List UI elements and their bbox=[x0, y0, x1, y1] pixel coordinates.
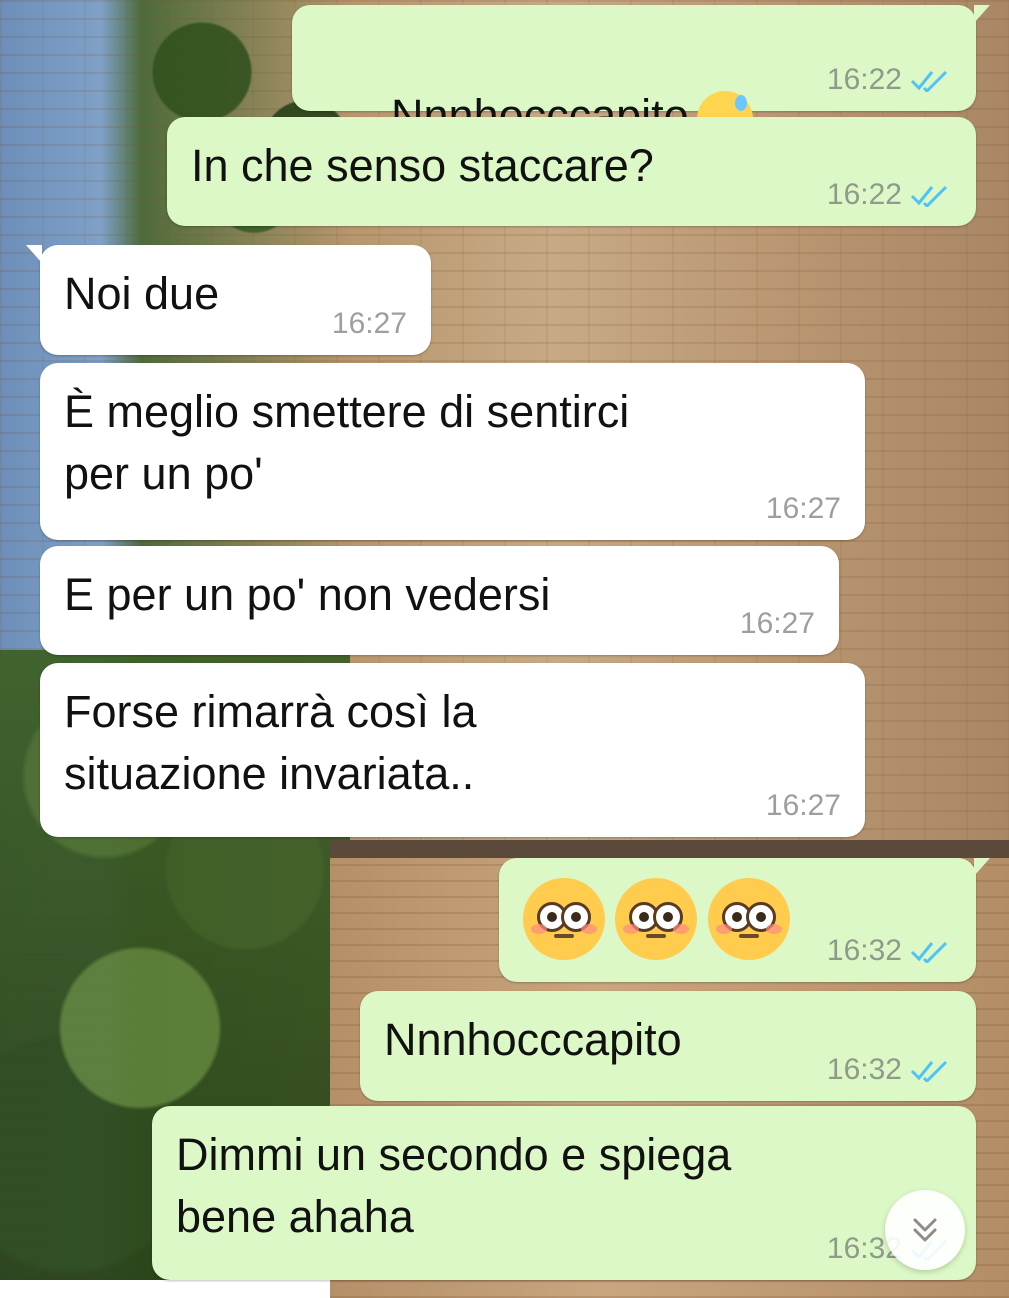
double-check-icon bbox=[910, 1060, 948, 1082]
message-text: È meglio smettere di sentirci per un po' bbox=[64, 386, 630, 499]
scroll-to-bottom-button[interactable] bbox=[885, 1190, 965, 1270]
message-time: 16:32 bbox=[826, 934, 902, 967]
double-check-icon bbox=[910, 941, 948, 963]
chevron-double-down-icon bbox=[913, 1218, 937, 1242]
message-bubble-incoming[interactable]: È meglio smettere di sentirci per un po'… bbox=[40, 363, 865, 540]
message-time: 16:27 bbox=[765, 789, 841, 822]
message-meta: 16:22 bbox=[827, 178, 952, 212]
message-time: 16:27 bbox=[739, 607, 815, 640]
message-time: 16:32 bbox=[826, 1053, 902, 1086]
flushed-face-emoji-icon bbox=[523, 878, 605, 960]
message-bubble-outgoing[interactable]: In che senso staccare? 16:22 bbox=[167, 117, 976, 226]
message-meta: 16:27 bbox=[766, 789, 841, 823]
flushed-face-emoji-icon bbox=[707, 878, 790, 960]
message-time: 16:22 bbox=[826, 178, 902, 211]
bubble-tail bbox=[974, 858, 990, 876]
message-bubble-outgoing[interactable]: Dimmi un secondo e spiega bene ahaha 16:… bbox=[152, 1106, 976, 1280]
message-time: 16:27 bbox=[331, 307, 407, 340]
message-meta: 16:22 bbox=[827, 63, 952, 97]
message-time: 16:22 bbox=[826, 63, 902, 96]
message-meta: 16:32 bbox=[827, 1053, 952, 1087]
message-text: Forse rimarrà così la situazione invaria… bbox=[64, 686, 477, 799]
message-bubble-incoming[interactable]: E per un po' non vedersi 16:27 bbox=[40, 546, 839, 655]
message-meta: 16:27 bbox=[740, 607, 815, 641]
message-bubble-outgoing[interactable]: 16:32 bbox=[499, 858, 990, 982]
bubble-tail bbox=[974, 5, 990, 23]
message-text: Dimmi un secondo e spiega bene ahaha bbox=[176, 1129, 732, 1242]
double-check-icon bbox=[910, 185, 948, 207]
message-meta: 16:27 bbox=[332, 307, 407, 341]
message-meta: 16:32 bbox=[827, 934, 952, 968]
message-bubble-incoming[interactable]: Forse rimarrà così la situazione invaria… bbox=[40, 663, 865, 837]
flushed-face-emoji-group bbox=[523, 878, 796, 965]
message-bubble-outgoing[interactable]: Nnnhocccapito 16:22 bbox=[292, 5, 990, 148]
message-bubble-incoming[interactable]: Noi due 16:27 bbox=[26, 245, 431, 355]
chat-message-list[interactable]: Nnnhocccapito 16:22 In che senso staccar… bbox=[0, 0, 1009, 1280]
message-bubble-outgoing[interactable]: Nnnhocccapito 16:32 bbox=[360, 991, 976, 1101]
bubble-tail bbox=[26, 245, 42, 263]
message-meta: 16:27 bbox=[766, 492, 841, 526]
flushed-face-emoji-icon bbox=[615, 878, 698, 960]
message-time: 16:27 bbox=[765, 492, 841, 525]
double-check-icon bbox=[910, 70, 948, 92]
message-text: E per un po' non vedersi bbox=[64, 569, 551, 620]
